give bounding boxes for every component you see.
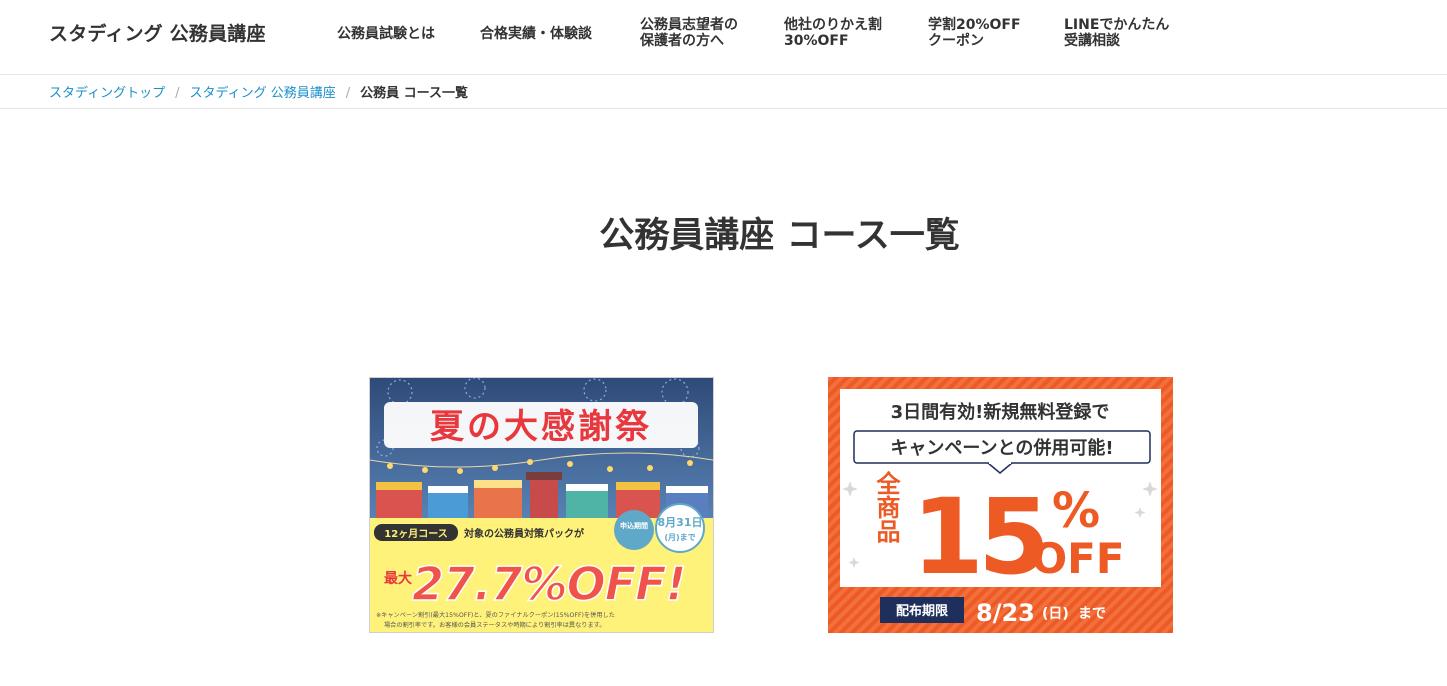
- breadcrumb: スタディングトップ / スタディング 公務員講座 / 公務員 コース一覧: [49, 82, 468, 101]
- signup-headline: 3日間有効!新規無料登録で: [891, 401, 1110, 423]
- all-items-label: 全商品: [872, 470, 901, 543]
- nav-item-label-line2: 30%OFF: [784, 33, 849, 49]
- period-date: 8/23: [976, 599, 1035, 627]
- breadcrumb-separator: /: [175, 86, 180, 101]
- nav-item-label: 学割20%OFF: [928, 17, 1021, 33]
- nav-item-switch-discount[interactable]: 他社のりかえ割 30%OFF: [784, 17, 882, 49]
- signup-coupon-banner[interactable]: 3日間有効!新規無料登録で キャンペーンとの併用可能! 全商品 15 % OFF…: [828, 377, 1173, 633]
- deadline-suffix: (月)まで: [664, 533, 695, 542]
- discount-percent: 15: [912, 476, 1045, 598]
- nav-item-label-line2: クーポン: [928, 33, 984, 49]
- summer-sale-title: 夏の大感謝祭: [430, 407, 652, 447]
- summer-sale-banner-art: 夏の大感謝祭 12ヶ月コース 対象の公務員対策パックが 申込期間 8月31日 (: [370, 378, 713, 632]
- breadcrumb-divider: [0, 108, 1447, 109]
- nav-item-student-coupon[interactable]: 学割20%OFF クーポン: [928, 17, 1021, 49]
- nav-item-label: 公務員志望者の: [640, 17, 738, 33]
- site-header: スタディング 公務員講座 公務員試験とは 合格実績・体験談 公務員志望者の 保護…: [0, 0, 1447, 75]
- percent-sign: %: [1052, 483, 1100, 539]
- nav-item-results[interactable]: 合格実績・体験談: [480, 26, 592, 42]
- disclaimer-line2: 場合の割引率です。お客様の会員ステータスや時期により割引率は異なります。: [384, 621, 605, 629]
- nav-item-label: 他社のりかえ割: [784, 17, 882, 33]
- deadline-date: 8月31日: [658, 516, 703, 529]
- summer-sale-banner[interactable]: 夏の大感謝祭 12ヶ月コース 対象の公務員対策パックが 申込期間 8月31日 (: [369, 377, 714, 633]
- disclaimer-line1: ※キャンペーン割引(最大15%OFF)と、夏のファイナルクーポン(15%OFF)…: [376, 611, 615, 619]
- deadline-label: 申込期間: [620, 521, 648, 530]
- breadcrumb-current: 公務員 コース一覧: [360, 86, 468, 101]
- site-logo[interactable]: スタディング 公務員講座: [49, 19, 266, 46]
- period-suffix: まで: [1078, 606, 1106, 622]
- off-label: OFF: [1031, 534, 1124, 583]
- nav-item-line-consult[interactable]: LINEでかんたん 受講相談: [1064, 17, 1169, 49]
- target-text: 対象の公務員対策パックが: [463, 527, 585, 540]
- nav-item-label: 合格実績・体験談: [480, 26, 592, 42]
- nav-item-exam-about[interactable]: 公務員試験とは: [337, 26, 435, 42]
- nav-item-label: 公務員試験とは: [337, 26, 435, 42]
- breadcrumb-link-course[interactable]: スタディング 公務員講座: [189, 86, 335, 101]
- signup-coupon-banner-art: 3日間有効!新規無料登録で キャンペーンとの併用可能! 全商品 15 % OFF…: [828, 377, 1173, 633]
- nav-item-label-line2: 保護者の方へ: [640, 33, 724, 49]
- period-day: (日): [1042, 606, 1069, 622]
- signup-subheadline: キャンペーンとの併用可能!: [890, 437, 1113, 459]
- breadcrumb-link-top[interactable]: スタディングトップ: [49, 86, 165, 101]
- page-title: 公務員講座 コース一覧: [599, 216, 960, 256]
- breadcrumb-separator: /: [345, 86, 351, 101]
- nav-item-label: LINEでかんたん: [1064, 17, 1170, 33]
- course-tag: 12ヶ月コース: [384, 528, 447, 540]
- max-label: 最大: [384, 570, 412, 587]
- period-label: 配布期限: [896, 603, 949, 619]
- nav-item-parents[interactable]: 公務員志望者の 保護者の方へ: [640, 17, 738, 49]
- nav-item-label-line2: 受講相談: [1064, 33, 1120, 49]
- discount-value: 27.7%OFF!: [412, 557, 686, 611]
